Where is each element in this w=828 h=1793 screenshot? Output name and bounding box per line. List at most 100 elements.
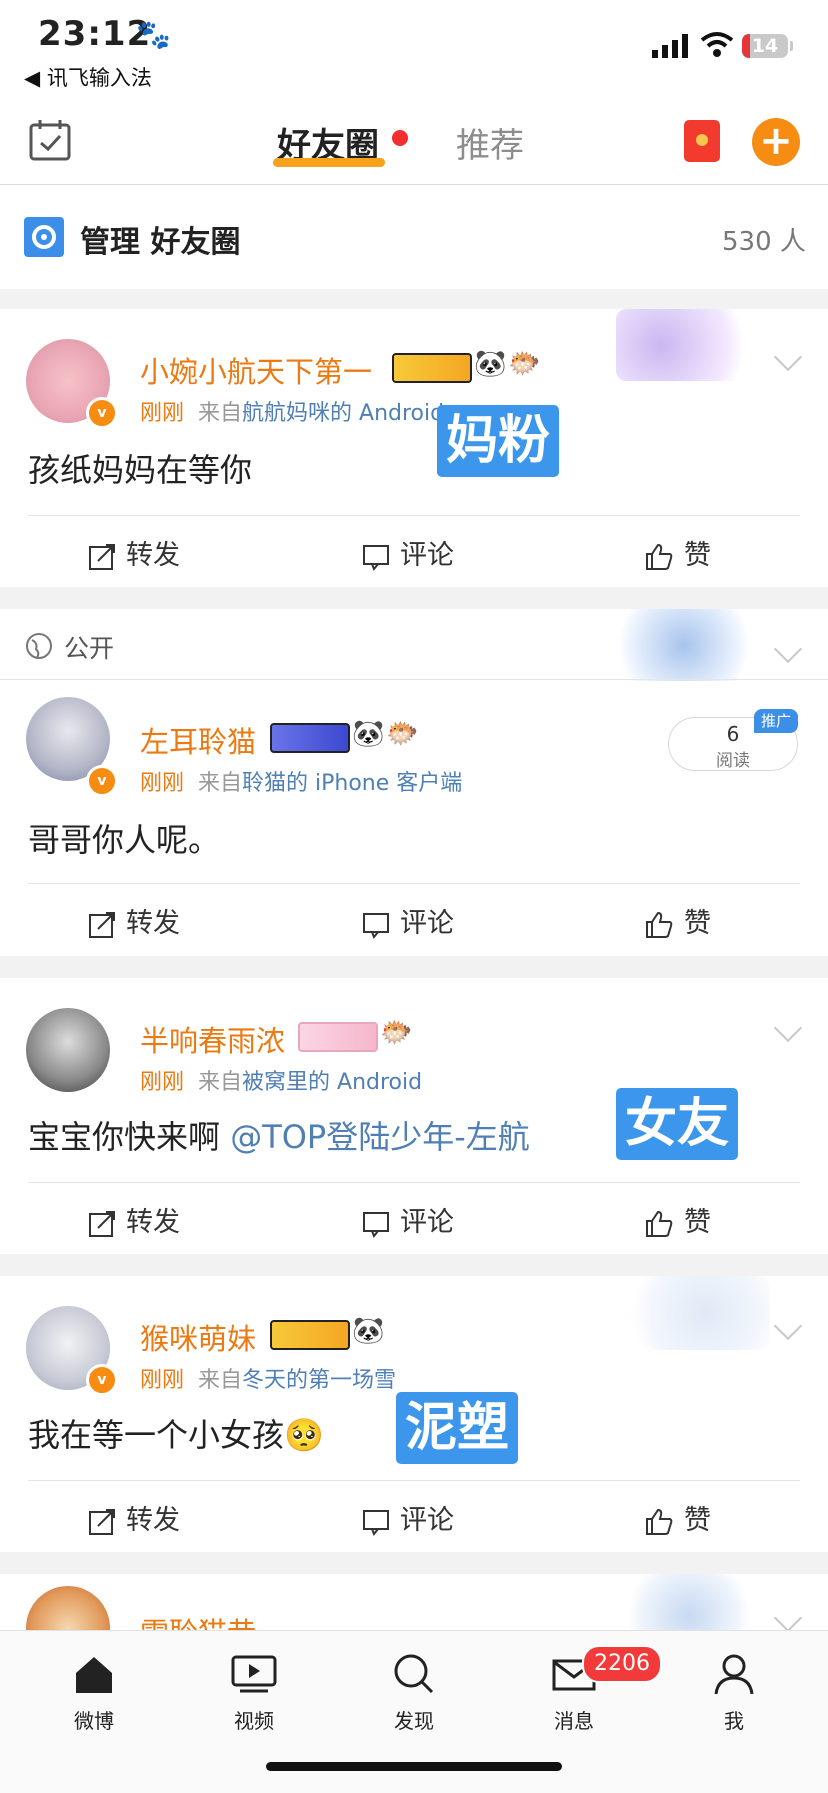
panda-icon: 🐼 [474,349,507,379]
like-button[interactable]: 赞 [644,1200,711,1239]
comment-button[interactable]: 评论 [362,1200,454,1239]
panda-icon: 🐼 [352,719,385,749]
chevron-down-icon[interactable] [773,1013,803,1043]
comment-button[interactable]: 评论 [362,901,454,940]
post-meta: 刚刚 来自被窝里的 Android [140,1070,423,1095]
pleading-face-icon: 🥺 [284,1416,324,1454]
repost-icon [89,1210,115,1237]
avatar[interactable] [26,1008,110,1092]
friends-count: 530 人 [722,227,806,257]
thumbs-up-icon [646,1508,673,1535]
active-tab-indicator [273,158,385,167]
post-card: v 小婉小航天下第一 🐼 🐡 刚刚 来自航航妈咪的 Android 孩纸妈妈在等你… [0,309,828,587]
post-meta: 刚刚 来自聆猫的 iPhone 客户端 [140,771,463,796]
username[interactable]: 左耳聆猫 [140,719,256,761]
battery-tip [790,41,793,51]
battery-indicator: 14 [742,34,788,58]
post-card: 公开 v 左耳聆猫 🐼 🐡 刚刚 来自聆猫的 iPhone 客户端 6 阅读 推广 … [0,609,828,956]
vip-crown-icon [392,353,472,383]
like-button[interactable]: 赞 [644,901,711,940]
post-text: 宝宝你快来啊 @TOP登陆少年-左航 [28,1118,530,1156]
post-card: 雪聆猫巷 [0,1574,828,1634]
tab-me[interactable]: 我 [684,1653,784,1734]
fish-icon: 🐡 [386,719,419,749]
decor-sticker [600,609,768,681]
source-link[interactable]: 航航妈咪的 Android [242,401,444,426]
gear-icon [24,217,64,257]
comment-icon [363,912,389,939]
source-link[interactable]: 聆猫的 iPhone 客户端 [242,771,462,796]
cellular-signal-icon [652,34,688,58]
chevron-down-icon[interactable] [773,1311,803,1341]
unread-dot [392,130,408,146]
clock: 23:12 [38,14,152,54]
decor-sticker [616,309,766,381]
message-count-badge: 2206 [582,1645,662,1683]
post-meta: 刚刚 来自冬天的第一场雪 [140,1368,397,1393]
overlay-label: 女友 [616,1088,738,1160]
post-card: v 猴咪萌妹 🐼 刚刚 来自冬天的第一场雪 我在等一个小女孩🥺 泥塑 转发 评论 … [0,1276,828,1552]
comment-button[interactable]: 评论 [362,1498,454,1537]
tab-recommend[interactable]: 推荐 [456,118,524,167]
visibility-label: 公开 [64,634,115,663]
fish-icon: 🐡 [380,1018,413,1048]
username[interactable]: 小婉小航天下第一 [140,349,372,391]
post-text: 哥哥你人呢。 [28,821,221,859]
chevron-down-icon[interactable] [773,1603,803,1633]
chevron-down-icon[interactable] [773,342,803,372]
post-text: 我在等一个小女孩🥺 [28,1416,324,1454]
vip-crown-icon [270,1320,350,1350]
username[interactable]: 猴咪萌妹 [140,1316,256,1358]
video-icon [231,1655,277,1693]
repost-button[interactable]: 转发 [88,1200,180,1239]
verified-badge-icon: v [86,397,118,429]
thumbs-up-icon [646,1210,673,1237]
comment-icon [363,544,389,571]
post-meta: 刚刚 来自航航妈咪的 Android [140,401,445,426]
home-indicator [266,1762,562,1771]
decor-sticker [614,1574,764,1634]
compose-plus-button[interactable]: + [752,118,800,166]
vip-badge-icon [270,723,350,753]
repost-button[interactable]: 转发 [88,1498,180,1537]
verified-badge-icon: v [86,1364,118,1396]
status-bar: 23:12 🐾 ◀ 讯飞输入法 14 [0,0,828,100]
thumbs-up-icon [646,911,673,938]
divider [28,883,800,884]
repost-button[interactable]: 转发 [88,533,180,572]
home-icon [76,1657,112,1693]
red-packet-icon[interactable] [684,120,720,162]
overlay-label: 泥塑 [396,1392,518,1464]
post-text: 孩纸妈妈在等你 [28,451,253,489]
back-to-app-link[interactable]: ◀ 讯飞输入法 [24,62,152,92]
manage-label: 管理 好友圈 [80,225,241,260]
paw-icon: 🐾 [136,18,171,51]
repost-icon [89,543,115,570]
source-link[interactable]: 冬天的第一场雪 [242,1368,396,1393]
overlay-label: 妈粉 [437,405,559,477]
like-button[interactable]: 赞 [644,533,711,572]
divider [0,679,828,680]
repost-icon [89,1508,115,1535]
avatar[interactable] [26,1586,110,1634]
comment-button[interactable]: 评论 [362,533,454,572]
search-icon [394,1654,434,1694]
comment-icon [363,1211,389,1238]
wifi-icon [700,32,734,57]
source-link[interactable]: 被窝里的 Android [242,1070,422,1095]
mention-link[interactable]: @TOP登陆少年-左航 [230,1118,530,1156]
tab-video[interactable]: 视频 [204,1653,304,1734]
username[interactable]: 半响春雨浓 [140,1018,285,1060]
decor-sticker [610,1276,770,1350]
like-button[interactable]: 赞 [644,1498,711,1537]
tab-discover[interactable]: 发现 [364,1653,464,1734]
fish-icon: 🐡 [508,349,541,379]
thumbs-up-icon [646,543,673,570]
vip-badge-icon [298,1022,378,1052]
chevron-down-icon[interactable] [773,634,803,664]
globe-icon [26,633,52,659]
checkin-calendar-icon[interactable] [28,118,72,162]
tab-weibo[interactable]: 微博 [44,1653,144,1734]
repost-button[interactable]: 转发 [88,901,180,940]
manage-friends-bar[interactable]: 管理 好友圈 530 人 [0,185,828,289]
